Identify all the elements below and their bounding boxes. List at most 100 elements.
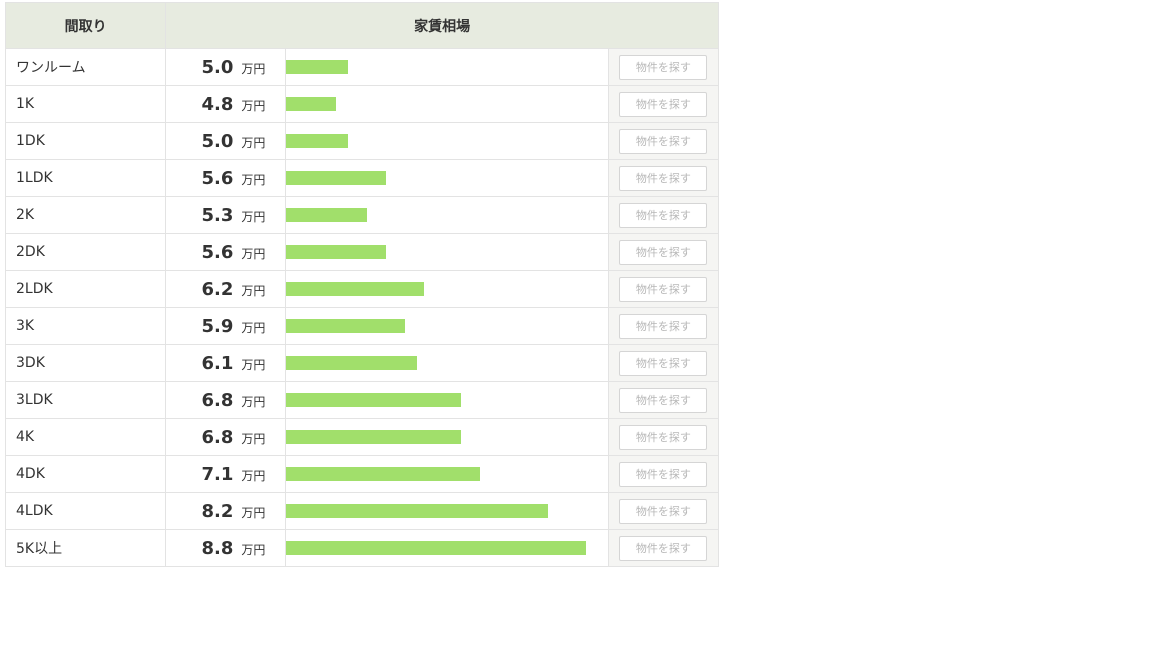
action-cell: 物件を探す [607,418,720,456]
search-property-button[interactable]: 物件を探す [619,54,708,80]
rent-bar [286,504,549,518]
action-cell: 物件を探す [607,48,720,86]
search-property-button[interactable]: 物件を探す [619,202,708,228]
rent-unit: 万円 [241,135,266,150]
rent-bar [286,282,425,296]
table-row: 5K以上 8.8 万円 物件を探す [4,529,720,567]
search-property-button[interactable]: 物件を探す [619,461,708,487]
rent-bar [286,245,387,259]
rent-price-cell: 5.9 万円 [165,307,287,345]
rent-price-cell: 5.6 万円 [165,159,287,197]
search-property-button[interactable]: 物件を探す [619,424,708,450]
layout-name: 2DK [4,233,167,271]
search-property-button[interactable]: 物件を探す [619,239,708,265]
layout-name: 3K [4,307,167,345]
action-cell: 物件を探す [607,307,720,345]
rent-bar-cell [285,85,609,123]
action-cell: 物件を探す [607,159,720,197]
rent-bar-cell [285,381,609,419]
table-row: 1LDK 5.6 万円 物件を探す [4,159,720,197]
rent-price-cell: 5.0 万円 [165,122,287,160]
layout-name: 4K [4,418,167,456]
rent-unit: 万円 [241,431,266,446]
table-row: 2LDK 6.2 万円 物件を探す [4,270,720,308]
action-cell: 物件を探す [607,529,720,567]
rent-value: 4.8 [201,93,234,115]
rent-bar [286,319,406,333]
table-header-row: 間取り 家賃相場 [4,2,719,49]
search-property-button[interactable]: 物件を探す [619,165,708,191]
layout-name: 2LDK [4,270,167,308]
rent-price-cell: 6.2 万円 [165,270,287,308]
table-row: 4K 6.8 万円 物件を探す [4,418,720,456]
table-row: 1DK 5.0 万円 物件を探す [4,122,720,160]
table-header: 間取り 家賃相場 [4,2,719,49]
rent-bar [286,97,337,111]
action-cell: 物件を探す [607,270,720,308]
rent-value: 5.6 [201,167,234,189]
layout-column-header: 間取り [4,2,167,49]
rent-bar-cell [285,233,609,271]
layout-name: 4LDK [4,492,167,530]
rent-price-cell: 7.1 万円 [165,455,287,493]
rent-bar [286,467,481,481]
table-row: 2K 5.3 万円 物件を探す [4,196,720,234]
rent-bar-cell [285,529,609,567]
rent-unit: 万円 [241,320,266,335]
table-row: 3LDK 6.8 万円 物件を探す [4,381,720,419]
rent-bar [286,208,368,222]
rent-value: 5.0 [201,130,234,152]
rent-bar-cell [285,455,609,493]
action-cell: 物件を探す [607,196,720,234]
search-property-button[interactable]: 物件を探す [619,498,708,524]
rent-value: 6.8 [201,426,234,448]
rent-value: 5.9 [201,315,234,337]
rent-bar-cell [285,270,609,308]
table-row: 1K 4.8 万円 物件を探す [4,85,720,123]
layout-name: 4DK [4,455,167,493]
rent-bar [286,356,418,370]
rent-price-cell: 4.8 万円 [165,85,287,123]
rent-price-cell: 6.8 万円 [165,381,287,419]
rent-market-table: 間取り 家賃相場 ワンルーム 5.0 万円 物件を探す 1K 4.8 万円 物件を探す 1DK 5… [4,2,720,567]
layout-name: 1DK [4,122,167,160]
rent-value: 5.0 [201,56,234,78]
rent-price-cell: 6.1 万円 [165,344,287,382]
action-cell: 物件を探す [607,492,720,530]
action-cell: 物件を探す [607,381,720,419]
table-row: 3K 5.9 万円 物件を探す [4,307,720,345]
rent-bar-cell [285,344,609,382]
rent-unit: 万円 [241,394,266,409]
rent-bar-cell [285,196,609,234]
rent-unit: 万円 [241,61,266,76]
rent-unit: 万円 [241,209,266,224]
table-row: 4DK 7.1 万円 物件を探す [4,455,720,493]
search-property-button[interactable]: 物件を探す [619,91,708,117]
rent-value: 5.6 [201,241,234,263]
rent-bar-cell [285,492,609,530]
search-property-button[interactable]: 物件を探す [619,350,708,376]
search-property-button[interactable]: 物件を探す [619,387,708,413]
rent-bar [286,60,349,74]
action-cell: 物件を探す [607,122,720,160]
rent-bar-cell [285,307,609,345]
search-property-button[interactable]: 物件を探す [619,276,708,302]
table-body: ワンルーム 5.0 万円 物件を探す 1K 4.8 万円 物件を探す 1DK 5.0 万円 物件を探す… [4,48,720,567]
action-cell: 物件を探す [607,344,720,382]
rent-unit: 万円 [241,98,266,113]
search-property-button[interactable]: 物件を探す [619,535,708,561]
rent-bar-cell [285,159,609,197]
layout-name: 1K [4,85,167,123]
rent-bar [286,171,387,185]
rent-price-cell: 8.2 万円 [165,492,287,530]
rent-value: 8.2 [201,500,234,522]
layout-name: 1LDK [4,159,167,197]
rent-price-cell: 5.3 万円 [165,196,287,234]
rent-value: 5.3 [201,204,234,226]
rent-unit: 万円 [241,505,266,520]
search-property-button[interactable]: 物件を探す [619,128,708,154]
search-property-button[interactable]: 物件を探す [619,313,708,339]
rent-price-cell: 6.8 万円 [165,418,287,456]
rent-value: 6.8 [201,389,234,411]
layout-name: 2K [4,196,167,234]
